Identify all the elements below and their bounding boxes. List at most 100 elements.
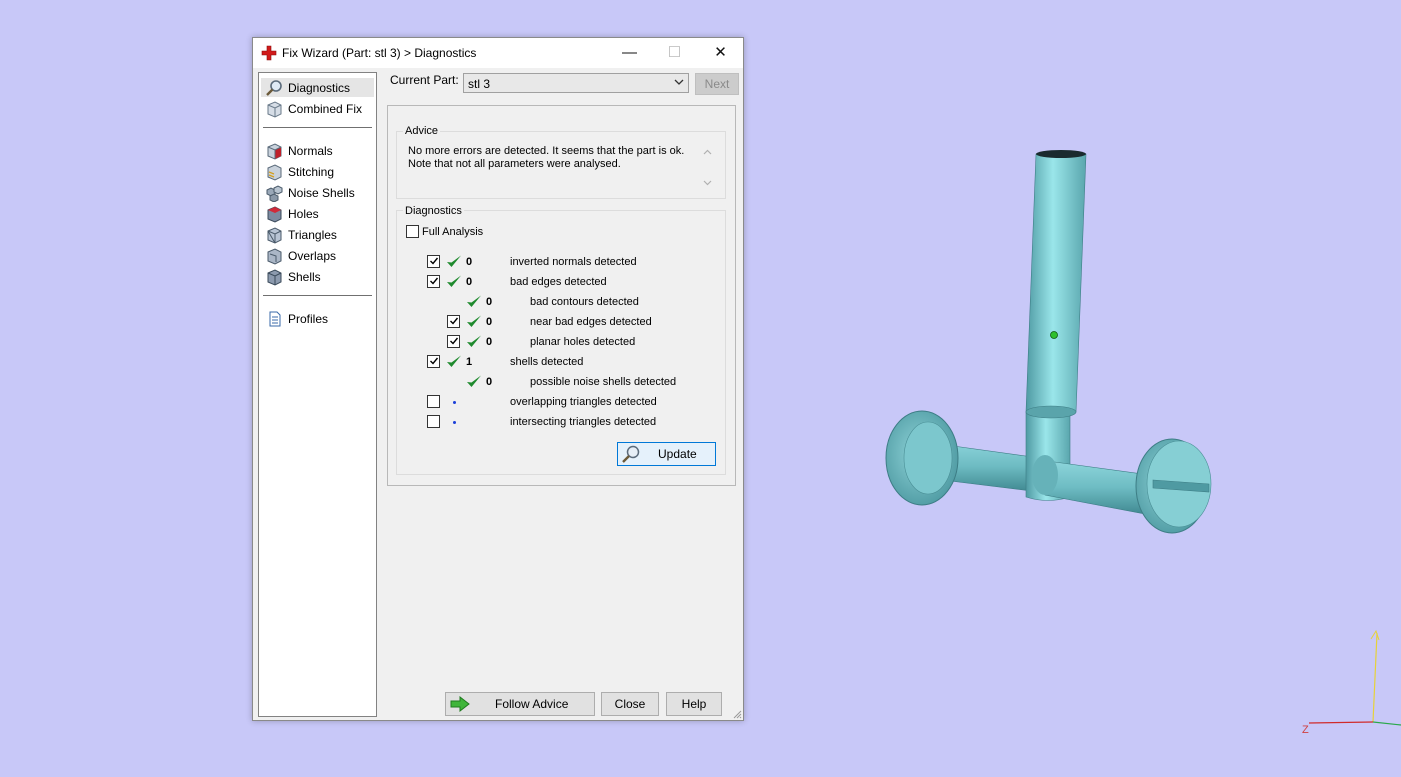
sidebar-item-shells[interactable]: Shells: [261, 267, 374, 286]
sidebar-item-label: Stitching: [288, 165, 335, 179]
3d-part-model[interactable]: [870, 140, 1230, 540]
sidebar-item-noise-shells[interactable]: Noise Shells: [261, 183, 374, 202]
resize-grip-icon[interactable]: [732, 709, 742, 719]
intersecting-triangles-label: intersecting triangles detected: [510, 416, 657, 428]
inverted-normals-label: inverted normals detected: [510, 256, 637, 268]
follow-advice-label: Follow Advice: [495, 697, 569, 711]
triangles-cube-icon: [267, 227, 282, 244]
ok-check-icon: [447, 275, 461, 287]
bad-edges-checkbox[interactable]: [427, 275, 440, 288]
sidebar-item-label: Holes: [288, 207, 319, 221]
sidebar-item-stitching[interactable]: Stitching: [261, 162, 374, 181]
full-analysis-checkbox[interactable]: [406, 225, 419, 238]
advice-text: No more errors are detected. It seems th…: [408, 145, 685, 170]
noise-shells-icon: [266, 185, 283, 202]
ok-check-icon: [467, 315, 481, 327]
next-button[interactable]: Next: [695, 73, 739, 95]
unknown-status-dot: [453, 401, 456, 404]
bad-edges-label: bad edges detected: [510, 276, 607, 288]
stitching-cube-icon: [267, 164, 282, 181]
red-cross-icon: [261, 45, 277, 61]
magnifier-icon: [622, 445, 640, 463]
sidebar-item-normals[interactable]: Normals: [261, 141, 374, 160]
planar-holes-count: 0: [486, 336, 493, 348]
ok-check-icon: [467, 295, 481, 307]
bad-contours-count: 0: [486, 296, 493, 308]
noise-shells-label: possible noise shells detected: [530, 376, 677, 388]
cube-icon: [267, 101, 282, 118]
checkmark-icon: [430, 277, 439, 285]
planar-holes-checkbox[interactable]: [447, 335, 460, 348]
shells-checkbox[interactable]: [427, 355, 440, 368]
ok-check-icon: [467, 335, 481, 347]
checkmark-icon: [450, 337, 459, 345]
ok-check-icon: [467, 375, 481, 387]
current-part-value: stl 3: [468, 77, 491, 91]
help-button[interactable]: Help: [666, 692, 722, 716]
intersecting-triangles-checkbox[interactable]: [427, 415, 440, 428]
advice-scrollbar[interactable]: [700, 145, 715, 190]
sidebar-item-label: Profiles: [288, 312, 329, 326]
overlapping-triangles-label: overlapping triangles detected: [510, 396, 657, 408]
unknown-status-dot: [453, 421, 456, 424]
shells-count: 1: [466, 356, 473, 368]
inverted-normals-count: 0: [466, 256, 473, 268]
full-analysis-label: Full Analysis: [422, 226, 484, 238]
minimize-button[interactable]: —: [607, 38, 652, 68]
update-button-label: Update: [658, 447, 697, 461]
noise-shells-count: 0: [486, 376, 493, 388]
ok-check-icon: [447, 255, 461, 267]
close-window-button[interactable]: ✕: [698, 38, 743, 68]
ok-check-icon: [447, 355, 461, 367]
planar-holes-label: planar holes detected: [530, 336, 636, 348]
axis-z-label: Z: [1302, 724, 1309, 736]
sidebar-item-overlaps[interactable]: Overlaps: [261, 246, 374, 265]
overlapping-triangles-checkbox[interactable]: [427, 395, 440, 408]
sidebar-divider: [263, 127, 372, 128]
shells-cube-icon: [267, 269, 282, 286]
inverted-normals-checkbox[interactable]: [427, 255, 440, 268]
advice-title: Advice: [403, 125, 441, 137]
checkmark-icon: [450, 317, 459, 325]
arrow-right-icon: [450, 696, 470, 712]
sidebar-item-label: Noise Shells: [288, 186, 355, 200]
current-part-label: Current Part:: [390, 73, 459, 87]
bad-edges-count: 0: [466, 276, 473, 288]
shells-label: shells detected: [510, 356, 584, 368]
title-bar[interactable]: Fix Wizard (Part: stl 3) > Diagnostics —…: [253, 38, 743, 68]
update-button[interactable]: Update: [617, 442, 716, 466]
checkmark-icon: [430, 257, 439, 265]
sidebar-divider: [263, 295, 372, 296]
sidebar-item-profiles[interactable]: Profiles: [261, 309, 374, 328]
sidebar-item-diagnostics[interactable]: Diagnostics: [261, 78, 374, 97]
near-bad-edges-label: near bad edges detected: [530, 316, 652, 328]
magnifier-icon: [266, 80, 282, 96]
sidebar-item-combined-fix[interactable]: Combined Fix: [261, 99, 374, 118]
near-bad-edges-checkbox[interactable]: [447, 315, 460, 328]
chevron-down-icon: [674, 79, 684, 85]
normals-cube-icon: [267, 143, 282, 160]
near-bad-edges-count: 0: [486, 316, 493, 328]
sidebar-item-label: Normals: [288, 144, 333, 158]
sidebar-item-label: Triangles: [288, 228, 337, 242]
overlaps-cube-icon: [267, 248, 282, 265]
diagnostics-title: Diagnostics: [403, 205, 464, 217]
holes-cube-icon: [267, 206, 282, 223]
fix-wizard-window: Fix Wizard (Part: stl 3) > Diagnostics —…: [252, 37, 744, 721]
sidebar-item-label: Combined Fix: [288, 102, 363, 116]
sidebar-item-triangles[interactable]: Triangles: [261, 225, 374, 244]
sidebar: Diagnostics Combined Fix Normals Stitchi…: [258, 72, 377, 717]
current-part-select[interactable]: stl 3: [463, 73, 689, 93]
close-button[interactable]: Close: [601, 692, 659, 716]
window-title: Fix Wizard (Part: stl 3) > Diagnostics: [282, 46, 477, 60]
sidebar-item-label: Shells: [288, 270, 321, 284]
document-icon: [269, 311, 281, 327]
follow-advice-button[interactable]: Follow Advice: [445, 692, 595, 716]
maximize-button[interactable]: ☐: [652, 38, 697, 68]
bad-contours-label: bad contours detected: [530, 296, 639, 308]
sidebar-item-label: Overlaps: [288, 249, 337, 263]
axis-triad: [1308, 629, 1401, 726]
sidebar-item-holes[interactable]: Holes: [261, 204, 374, 223]
checkmark-icon: [430, 357, 439, 365]
sidebar-item-label: Diagnostics: [288, 81, 351, 95]
